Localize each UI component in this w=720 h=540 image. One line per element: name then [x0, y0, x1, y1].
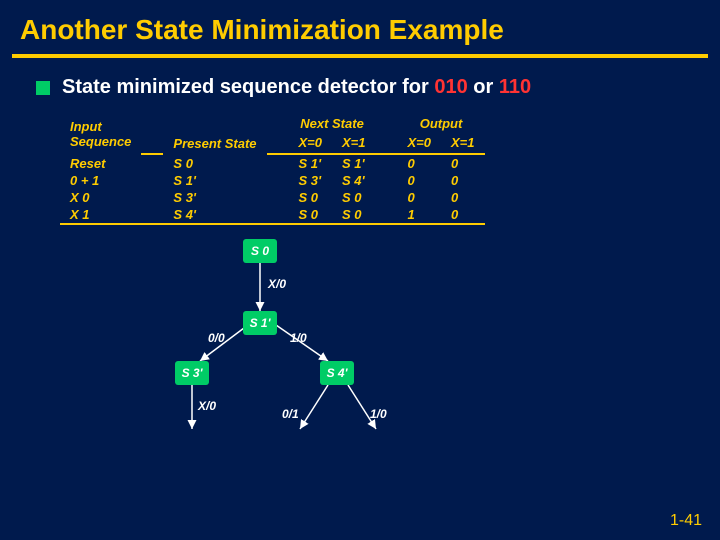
slide-number: 1-41: [670, 512, 702, 530]
cell-ns1: S 4': [332, 172, 376, 189]
bullet-text: State minimized sequence detector for 01…: [62, 76, 531, 99]
cell-o1: 0: [441, 154, 485, 172]
cell-seq: X 0: [60, 189, 141, 206]
cell-seq: Reset: [60, 154, 141, 172]
title-underline: [12, 54, 708, 58]
cell-ns0: S 0: [289, 189, 333, 206]
table-row: 0 + 1 S 1' S 3' S 4' 0 0: [60, 172, 485, 189]
cell-ns1: S 1': [332, 154, 376, 172]
hdr-next-state: Next State: [289, 115, 376, 134]
hdr-output: Output: [398, 115, 485, 134]
state-s3: S 3': [175, 361, 209, 385]
edge-s0-s1: X/0: [268, 277, 286, 291]
edge-s1-s3: 0/0: [208, 331, 225, 345]
bullet-icon: [36, 81, 50, 95]
edge-s4-out1: 1/0: [370, 407, 387, 421]
hdr-out-x0: X=0: [398, 134, 442, 154]
cell-ps: S 3': [163, 189, 266, 206]
hdr-present-state: Present State: [163, 115, 266, 154]
state-s0: S 0: [243, 239, 277, 263]
hdr-out-x1: X=1: [441, 134, 485, 154]
state-s1: S 1': [243, 311, 277, 335]
bullet-mid: or: [468, 76, 499, 98]
cell-ps: S 0: [163, 154, 266, 172]
bullet-row: State minimized sequence detector for 01…: [0, 76, 720, 115]
bullet-seq2: 110: [499, 76, 531, 98]
edge-s3-out: X/0: [198, 399, 216, 413]
hdr-input-seq: Input Sequence: [60, 115, 141, 154]
cell-o0: 0: [398, 189, 442, 206]
state-table: Input Sequence Present State Next State …: [60, 115, 485, 225]
cell-o0: 1: [398, 206, 442, 224]
cell-o0: 0: [398, 172, 442, 189]
cell-o1: 0: [441, 172, 485, 189]
cell-ps: S 4': [163, 206, 266, 224]
slide-title: Another State Minimization Example: [0, 0, 720, 54]
cell-ns0: S 3': [289, 172, 333, 189]
cell-o1: 0: [441, 189, 485, 206]
bullet-prefix: State minimized sequence detector for: [62, 76, 434, 98]
table-row: Reset S 0 S 1' S 1' 0 0: [60, 154, 485, 172]
table-row: X 1 S 4' S 0 S 0 1 0: [60, 206, 485, 224]
cell-ns0: S 1': [289, 154, 333, 172]
edge-s4-out0: 0/1: [282, 407, 299, 421]
cell-ns0: S 0: [289, 206, 333, 224]
table-row: X 0 S 3' S 0 S 0 0 0: [60, 189, 485, 206]
state-s4: S 4': [320, 361, 354, 385]
state-diagram: S 0 S 1' S 3' S 4' X/0 0/0 1/0 X/0 0/1 1…: [160, 239, 520, 449]
cell-o0: 0: [398, 154, 442, 172]
edge-s1-s4: 1/0: [290, 331, 307, 345]
hdr-ns-x1: X=1: [332, 134, 376, 154]
cell-seq: X 1: [60, 206, 141, 224]
hdr-ns-x0: X=0: [289, 134, 333, 154]
cell-ns1: S 0: [332, 206, 376, 224]
cell-o1: 0: [441, 206, 485, 224]
bullet-seq1: 010: [434, 76, 467, 98]
cell-seq: 0 + 1: [60, 172, 141, 189]
cell-ps: S 1': [163, 172, 266, 189]
cell-ns1: S 0: [332, 189, 376, 206]
